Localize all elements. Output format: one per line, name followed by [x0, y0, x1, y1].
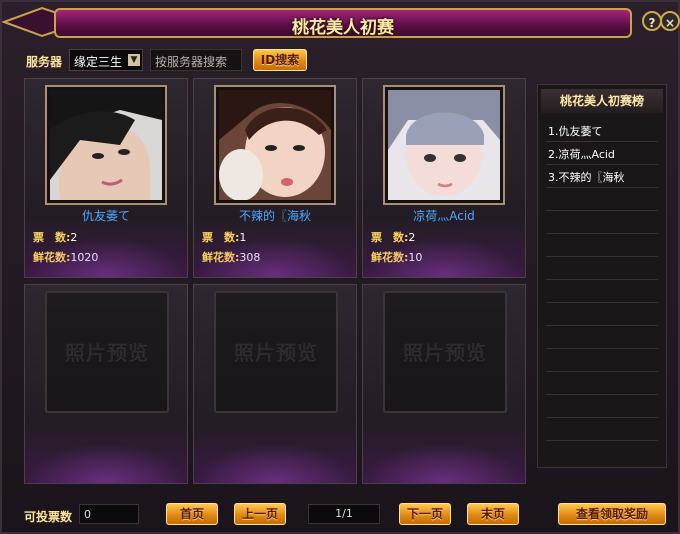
flowers-row: 鲜花数:1020	[33, 249, 98, 265]
prev-page-button[interactable]: 上一页	[234, 503, 286, 525]
id-search-button[interactable]: ID搜索	[253, 49, 307, 71]
ranking-divider	[546, 325, 658, 326]
flowers-label: 鲜花数:	[202, 251, 240, 264]
contestant-photo[interactable]	[388, 90, 500, 200]
empty-card: 照片预览	[193, 284, 357, 484]
contest-window: 桃花美人初赛 ? × 服务器 缘定三生 ▼ 按服务器搜索 ID搜索 仇友萎て 票…	[0, 0, 680, 534]
ranking-title: 桃花美人初赛榜	[541, 89, 663, 113]
votes-available-field[interactable]: 0	[79, 504, 139, 524]
empty-card: 照片预览	[24, 284, 188, 484]
ranking-divider	[546, 256, 658, 257]
flowers-value: 308	[239, 251, 261, 264]
ranking-divider	[546, 164, 658, 165]
ranking-divider	[546, 279, 658, 280]
chevron-down-icon[interactable]: ▼	[128, 54, 140, 66]
close-button[interactable]: ×	[660, 11, 680, 31]
contestant-name[interactable]: 不辣的〖海秋	[194, 207, 356, 224]
contestant-name[interactable]: 仇友萎て	[25, 207, 187, 224]
photo-preview-placeholder: 照片预览	[234, 341, 318, 365]
ranking-divider	[546, 394, 658, 395]
flowers-label: 鲜花数:	[33, 251, 71, 264]
votes-row: 票 数:1	[202, 229, 246, 245]
ranking-item[interactable]: 3.不辣的〖海秋	[548, 169, 625, 185]
votes-label: 票 数:	[371, 231, 409, 244]
contestant-photo[interactable]	[219, 90, 331, 200]
flowers-row: 鲜花数:10	[371, 249, 422, 265]
contestant-card[interactable]: 不辣的〖海秋 票 数:1 鲜花数:308	[193, 78, 357, 278]
empty-photo-frame: 照片预览	[214, 291, 338, 413]
contestant-name[interactable]: 凉荷灬Acid	[363, 207, 525, 224]
ranking-divider	[546, 440, 658, 441]
photo-preview-placeholder: 照片预览	[403, 341, 487, 365]
votes-label: 票 数:	[202, 231, 240, 244]
ranking-divider	[546, 371, 658, 372]
flowers-label: 鲜花数:	[371, 251, 409, 264]
ranking-item[interactable]: 2.凉荷灬Acid	[548, 146, 615, 162]
first-page-button[interactable]: 首页	[166, 503, 218, 525]
photo-frame	[214, 85, 336, 205]
empty-photo-frame: 照片预览	[383, 291, 507, 413]
contestant-card[interactable]: 凉荷灬Acid 票 数:2 鲜花数:10	[362, 78, 526, 278]
votes-available-label: 可投票数	[24, 510, 73, 524]
page-indicator: 1/1	[308, 504, 380, 524]
server-search-input[interactable]: 按服务器搜索	[150, 49, 242, 71]
ranking-item[interactable]: 1.仇友萎て	[548, 123, 603, 139]
votes-row: 票 数:2	[33, 229, 77, 245]
ranking-divider	[546, 187, 658, 188]
votes-value: 2	[408, 231, 416, 244]
photo-frame	[383, 85, 505, 205]
ranking-divider	[546, 302, 658, 303]
votes-label: 票 数:	[33, 231, 71, 244]
votes-row: 票 数:2	[371, 229, 415, 245]
ranking-divider	[546, 210, 658, 211]
contestant-grid: 仇友萎て 票 数:2 鲜花数:1020 不辣的〖海秋 票 数:1 鲜花数:308…	[24, 78, 526, 488]
server-select[interactable]: 缘定三生 ▼	[69, 49, 143, 71]
flowers-value: 1020	[70, 251, 99, 264]
server-value: 缘定三生	[74, 55, 123, 69]
next-page-button[interactable]: 下一页	[399, 503, 451, 525]
ranking-panel: 桃花美人初赛榜 1.仇友萎て 2.凉荷灬Acid 3.不辣的〖海秋	[537, 84, 667, 468]
empty-card: 照片预览	[362, 284, 526, 484]
empty-photo-frame: 照片预览	[45, 291, 169, 413]
help-button[interactable]: ?	[642, 11, 662, 31]
ranking-divider	[546, 417, 658, 418]
flowers-row: 鲜花数:308	[202, 249, 260, 265]
flowers-value: 10	[408, 251, 423, 264]
votes-value: 2	[70, 231, 78, 244]
photo-frame	[45, 85, 167, 205]
ranking-divider	[546, 348, 658, 349]
ranking-divider	[546, 141, 658, 142]
server-label: 服务器	[26, 55, 63, 69]
window-title: 桃花美人初赛	[292, 18, 394, 38]
photo-preview-placeholder: 照片预览	[65, 341, 149, 365]
contestant-photo[interactable]	[50, 90, 162, 200]
contestant-card[interactable]: 仇友萎て 票 数:2 鲜花数:1020	[24, 78, 188, 278]
view-reward-button[interactable]: 查看领取奖励	[558, 503, 666, 525]
votes-value: 1	[239, 231, 247, 244]
left-title-ornament	[2, 6, 61, 38]
title-bar[interactable]: 桃花美人初赛	[54, 8, 632, 38]
last-page-button[interactable]: 末页	[467, 503, 519, 525]
ranking-divider	[546, 233, 658, 234]
